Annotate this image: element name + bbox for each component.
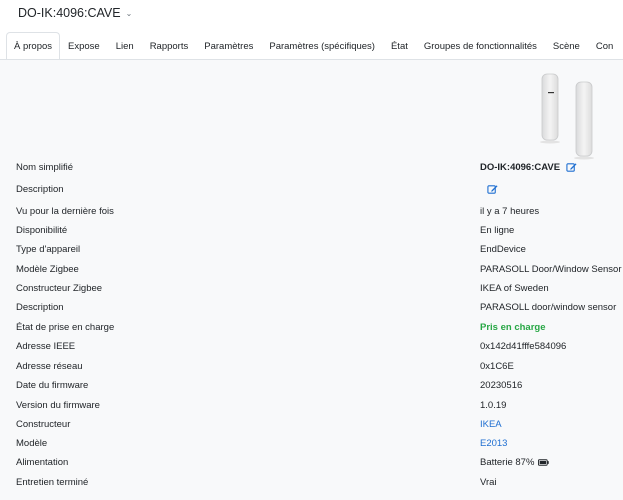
tab-label: Rapports	[149, 40, 189, 52]
tab-label: Paramètres	[204, 40, 254, 52]
manufacturer-label: Constructeur	[16, 419, 71, 430]
row-power: Alimentation Batterie 87%	[0, 453, 623, 472]
friendly-name-label: Nom simplifié	[16, 162, 74, 173]
row-zigbee-model: Modèle Zigbee PARASOLL Door/Window Senso…	[0, 260, 623, 279]
model-label: Modèle	[16, 438, 48, 449]
tab-about[interactable]: À propos	[6, 32, 61, 59]
row-firmware-version: Version du firmware 1.0.19	[0, 396, 623, 415]
edit-icon[interactable]	[487, 184, 498, 195]
network-address-label: Adresse réseau	[16, 361, 83, 372]
availability-label: Disponibilité	[16, 225, 68, 236]
manufacturer-link[interactable]: IKEA	[480, 415, 502, 434]
tab-expose[interactable]: Expose	[60, 32, 108, 59]
firmware-version-label: Version du firmware	[16, 400, 100, 411]
row-description-2: Description PARASOLL door/window sensor	[0, 298, 623, 317]
firmware-version-value: 1.0.19	[480, 400, 507, 411]
tab-label: À propos	[14, 40, 53, 52]
friendly-name-text: DO-IK:4096:CAVE	[480, 162, 561, 173]
row-device-type: Type d'appareil EndDevice	[0, 240, 623, 259]
row-network-address: Adresse réseau 0x1C6E	[0, 357, 623, 376]
about-panel: Nom simplifié DO-IK:4096:CAVE Descriptio…	[0, 60, 623, 500]
availability-value: En ligne	[480, 225, 515, 236]
device-type-label: Type d'appareil	[16, 244, 81, 255]
row-manufacturer: Constructeur IKEA	[0, 415, 623, 434]
tab-settings-specific[interactable]: Paramètres (spécifiques)	[261, 32, 383, 59]
row-last-seen: Vu pour la dernière fois il y a 7 heures	[0, 202, 623, 221]
last-seen-value: il y a 7 heures	[480, 206, 540, 217]
zigbee-model-label: Modèle Zigbee	[16, 264, 79, 275]
row-friendly-name: Nom simplifié DO-IK:4096:CAVE	[0, 158, 623, 177]
tab-label: Groupes de fonctionnalités	[423, 40, 537, 52]
row-firmware-date: Date du firmware 20230516	[0, 376, 623, 395]
tab-settings[interactable]: Paramètres	[196, 32, 261, 59]
network-address-value: 0x1C6E	[480, 361, 514, 372]
row-interview-completed: Entretien terminé Vrai	[0, 473, 623, 492]
tab-console[interactable]: Con	[588, 32, 621, 59]
friendly-name-value: DO-IK:4096:CAVE	[480, 158, 577, 177]
device-type-value: EndDevice	[480, 244, 526, 255]
chevron-down-icon: ⌄	[125, 8, 133, 18]
device-selector[interactable]: DO-IK:4096:CAVE ⌄	[18, 6, 132, 20]
row-model: Modèle E2013	[0, 434, 623, 453]
tab-state[interactable]: État	[383, 32, 416, 59]
support-status-value: Pris en charge	[480, 322, 546, 333]
zigbee-model-value: PARASOLL Door/Window Sensor	[480, 264, 622, 275]
row-ieee-address: Adresse IEEE 0x142d41fffe584096	[0, 337, 623, 356]
description-label: Description	[16, 184, 64, 195]
tab-label: Paramètres (spécifiques)	[269, 40, 375, 52]
tab-label: Con	[595, 40, 614, 52]
interview-completed-label: Entretien terminé	[16, 477, 89, 488]
ieee-address-label: Adresse IEEE	[16, 341, 76, 352]
zigbee-manufacturer-value: IKEA of Sweden	[480, 283, 549, 294]
tab-clusters[interactable]: Groupes de fonctionnalités	[416, 32, 545, 59]
row-availability: Disponibilité En ligne	[0, 221, 623, 240]
description-2-label: Description	[16, 302, 64, 313]
power-label: Alimentation	[16, 457, 69, 468]
support-status-label: État de prise en charge	[16, 322, 115, 333]
ieee-address-value: 0x142d41fffe584096	[480, 341, 567, 352]
device-title: DO-IK:4096:CAVE	[18, 6, 121, 20]
row-zigbee-manufacturer: Constructeur Zigbee IKEA of Sweden	[0, 279, 623, 298]
power-value: Batterie 87%	[480, 453, 550, 472]
tab-bar: À propos Expose Lien Rapports Paramètres…	[0, 32, 623, 60]
firmware-date-value: 20230516	[480, 380, 523, 391]
description-2-value: PARASOLL door/window sensor	[480, 302, 617, 313]
last-seen-label: Vu pour la dernière fois	[16, 206, 114, 217]
zigbee-manufacturer-label: Constructeur Zigbee	[16, 283, 103, 294]
header: DO-IK:4096:CAVE ⌄	[0, 0, 623, 26]
tab-label: État	[390, 40, 408, 52]
model-link[interactable]: E2013	[480, 434, 507, 453]
tab-scene[interactable]: Scène	[545, 32, 588, 59]
edit-icon[interactable]	[566, 162, 577, 173]
row-support-status: État de prise en charge Pris en charge	[0, 318, 623, 337]
row-description: Description	[0, 180, 623, 199]
battery-icon	[538, 459, 550, 466]
tab-label: Lien	[115, 40, 134, 52]
power-text: Batterie 87%	[480, 457, 535, 468]
tab-label: Expose	[68, 40, 100, 52]
firmware-date-label: Date du firmware	[16, 380, 89, 391]
tab-bind[interactable]: Lien	[108, 32, 142, 59]
device-image	[540, 73, 594, 160]
tab-reporting[interactable]: Rapports	[142, 32, 197, 59]
tab-label: Scène	[552, 40, 580, 52]
interview-completed-value: Vrai	[480, 477, 497, 488]
